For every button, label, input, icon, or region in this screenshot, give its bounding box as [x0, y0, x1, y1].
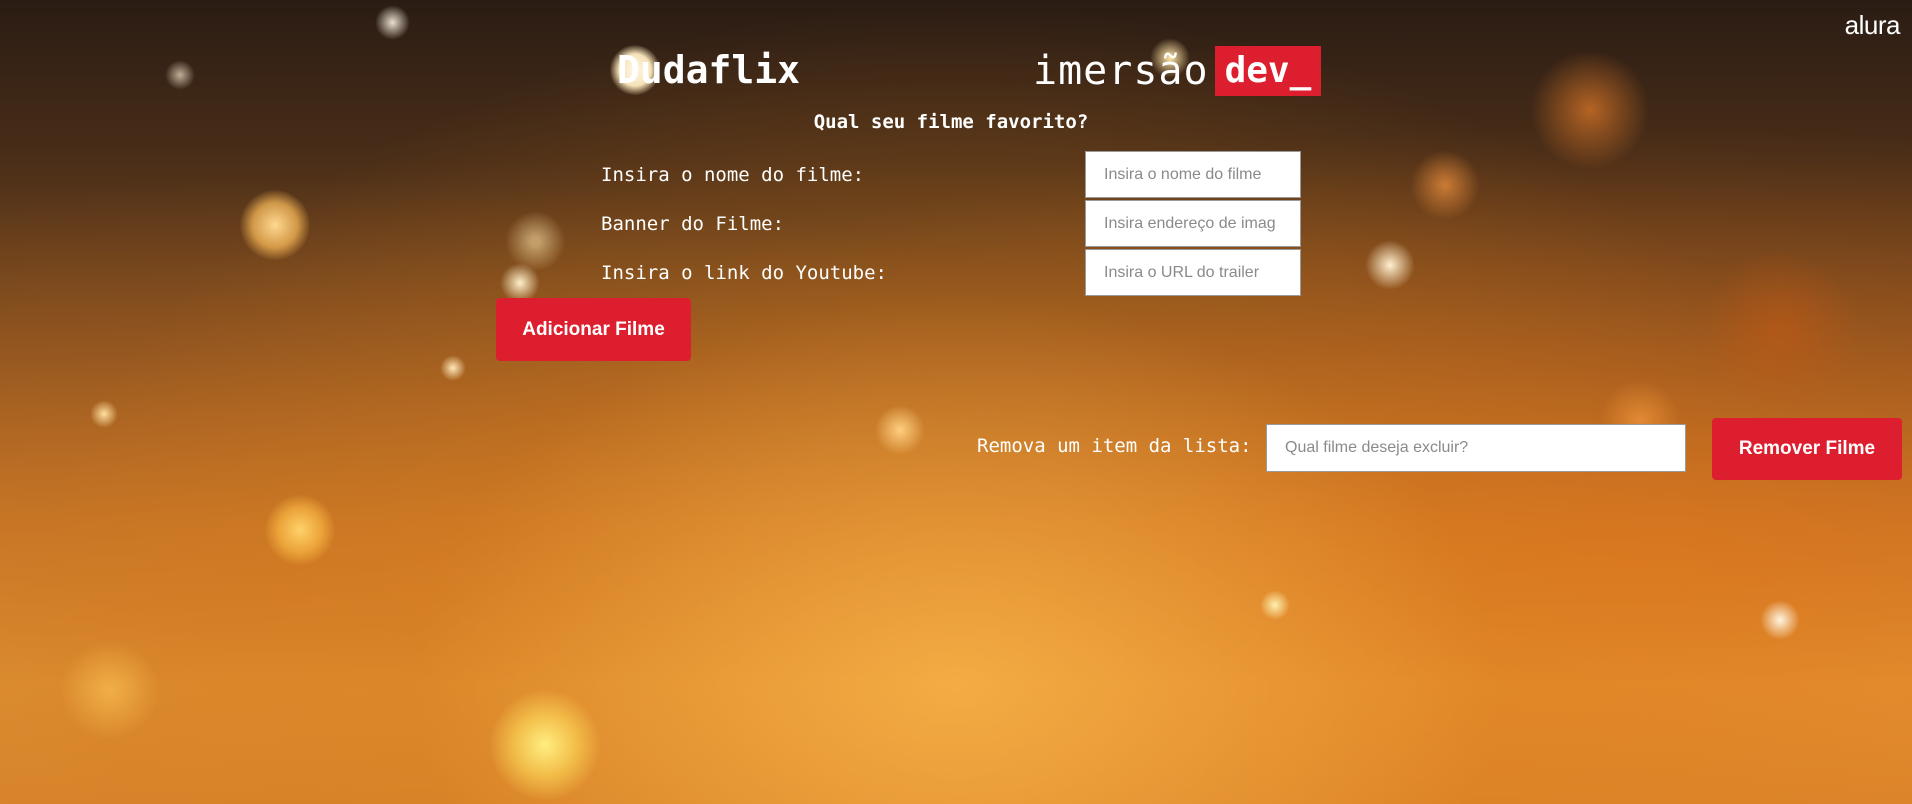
form-question: Qual seu filme favorito?: [813, 111, 1089, 133]
movie-name-input[interactable]: [1085, 151, 1301, 198]
remove-movie-button[interactable]: Remover Filme: [1712, 418, 1902, 480]
alura-logo: alura: [1844, 10, 1901, 40]
banner-url-input[interactable]: [1085, 200, 1301, 247]
imersao-dev-logo: imersão dev_: [1033, 46, 1322, 96]
imersao-text: imersão: [1033, 48, 1209, 94]
remove-item-label: Remova um item da lista:: [977, 435, 1252, 457]
remove-movie-input[interactable]: [1266, 424, 1686, 472]
movie-name-label: Insira o nome do filme:: [601, 164, 865, 186]
youtube-url-input[interactable]: [1085, 249, 1301, 296]
youtube-link-label: Insira o link do Youtube:: [601, 262, 887, 284]
add-movie-button[interactable]: Adicionar Filme: [496, 298, 691, 361]
site-title: Dudaflix: [617, 48, 801, 92]
banner-label: Banner do Filme:: [601, 213, 785, 235]
dev-badge: dev_: [1214, 46, 1322, 96]
